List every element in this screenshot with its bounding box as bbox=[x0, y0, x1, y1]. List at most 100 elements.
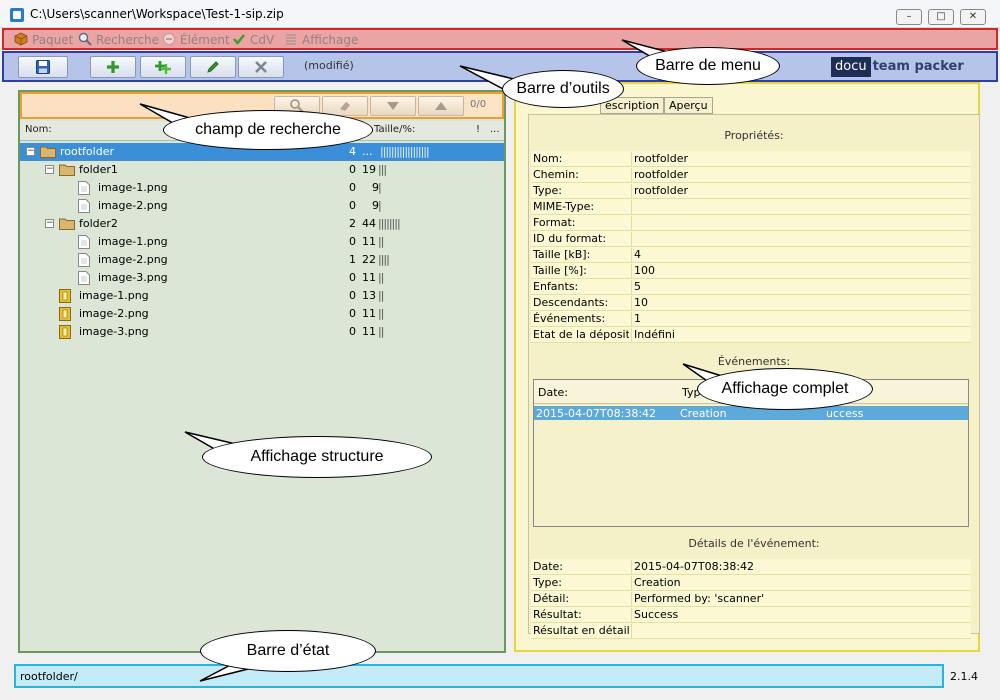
node-event-count: 0 bbox=[349, 289, 356, 302]
property-row: Taille [%]: 100 bbox=[531, 263, 971, 279]
file-icon bbox=[78, 181, 94, 195]
tree-row[interactable]: image-2.png 0 9 | bbox=[20, 197, 504, 215]
node-label: image-2.png bbox=[98, 199, 168, 212]
tree-row[interactable]: − folder1 0 19 ||| bbox=[20, 161, 504, 179]
node-event-count: 0 bbox=[349, 307, 356, 320]
property-value: 1 bbox=[631, 312, 641, 326]
property-value: Indéfini bbox=[631, 328, 675, 342]
collapse-toggle-icon[interactable]: − bbox=[45, 165, 54, 174]
delete-button[interactable] bbox=[238, 56, 284, 78]
folder-icon bbox=[40, 145, 56, 158]
tree-row[interactable]: image-3.png 0 11 || bbox=[20, 269, 504, 287]
file-icon bbox=[78, 253, 94, 267]
node-label: rootfolder bbox=[60, 145, 114, 158]
collapse-toggle-icon[interactable]: − bbox=[26, 147, 35, 156]
property-row: Nom: rootfolder bbox=[531, 151, 971, 167]
property-key: Chemin: bbox=[533, 168, 579, 181]
event-detail-key: Détail: bbox=[533, 592, 570, 605]
header-more[interactable]: ... bbox=[490, 124, 500, 135]
menu-paquet[interactable]: Paquet bbox=[14, 32, 73, 48]
collapse-toggle-icon[interactable]: − bbox=[45, 219, 54, 228]
event-detail-key: Date: bbox=[533, 560, 563, 573]
property-row: Format: bbox=[531, 215, 971, 231]
property-key: Format: bbox=[533, 216, 576, 229]
events-title: Événements: bbox=[717, 355, 791, 368]
property-value: 10 bbox=[631, 296, 648, 310]
previous-result-button[interactable] bbox=[418, 96, 464, 116]
docuteam-logo: docu team packer bbox=[831, 57, 971, 77]
file-icon bbox=[78, 199, 94, 213]
size-bar-indicator: | bbox=[378, 199, 382, 212]
header-size[interactable]: Taille/%: bbox=[374, 124, 415, 135]
maximize-button[interactable]: □ bbox=[928, 9, 954, 25]
node-size: 11 bbox=[362, 271, 376, 284]
size-bar-indicator: |||| bbox=[378, 253, 390, 266]
tree-row[interactable]: image-2.png 1 22 |||| bbox=[20, 251, 504, 269]
node-event-count: 0 bbox=[349, 181, 356, 194]
menu-recherche[interactable]: Recherche bbox=[78, 32, 159, 48]
next-result-button[interactable] bbox=[370, 96, 416, 116]
minimize-button[interactable]: – bbox=[896, 9, 922, 25]
menu-element[interactable]: Élément bbox=[162, 32, 230, 48]
event-detail-row: Type: Creation bbox=[531, 575, 971, 591]
property-row: Type: rootfolder bbox=[531, 183, 971, 199]
property-value: 4 bbox=[631, 248, 641, 262]
event-detail-row: Résultat en détail: bbox=[531, 623, 971, 639]
event-detail-value bbox=[631, 624, 634, 638]
event-details-table: Date: 2015-04-07T08:38:42 Type: Creation Dét… bbox=[531, 559, 971, 639]
menu-affichage-label: Affichage bbox=[302, 33, 359, 47]
node-label: image-3.png bbox=[98, 271, 168, 284]
event-detail-key: Résultat: bbox=[533, 608, 582, 621]
node-event-count: 0 bbox=[349, 163, 356, 176]
property-value: 100 bbox=[631, 264, 655, 278]
add-multiple-button[interactable] bbox=[140, 56, 186, 78]
property-value: rootfolder bbox=[631, 168, 688, 182]
property-row: Descendants: 10 bbox=[531, 295, 971, 311]
event-detail-value: Performed by: 'scanner' bbox=[631, 592, 764, 606]
file-archive-icon bbox=[59, 307, 75, 321]
size-bar-indicator: || bbox=[378, 325, 385, 338]
events-header-date[interactable]: Date: bbox=[538, 386, 568, 399]
property-value: rootfolder bbox=[631, 184, 688, 198]
tree-row[interactable]: − folder2 2 44 |||||||| bbox=[20, 215, 504, 233]
tree-row[interactable]: image-1.png 0 9 | bbox=[20, 179, 504, 197]
properties-table: Nom: rootfolder Chemin: rootfolder Type: root… bbox=[531, 151, 971, 343]
menu-element-label: Élément bbox=[180, 33, 230, 47]
size-bar-indicator: || bbox=[378, 289, 385, 302]
callout-affichage-complet: Affichage complet bbox=[697, 368, 873, 410]
node-label: image-1.png bbox=[79, 289, 149, 302]
save-button[interactable] bbox=[18, 56, 68, 78]
tree-row[interactable]: image-3.png 0 11 || bbox=[20, 323, 504, 341]
node-size: 19 bbox=[362, 163, 376, 176]
pencil-icon bbox=[207, 61, 219, 73]
callout-affichage-structure: Affichage structure bbox=[202, 436, 432, 478]
title-bar: C:\Users\scanner\Workspace\Test-1-sip.zi… bbox=[0, 0, 1000, 28]
event-detail-value: 2015-04-07T08:38:42 bbox=[631, 560, 754, 574]
property-row: MIME-Type: bbox=[531, 199, 971, 215]
header-flag[interactable]: ! bbox=[476, 124, 480, 135]
status-bar: rootfolder/ bbox=[14, 664, 944, 688]
file-archive-icon bbox=[59, 325, 75, 339]
property-key: Enfants: bbox=[533, 280, 579, 293]
app-icon bbox=[10, 8, 24, 22]
header-name[interactable]: Nom: bbox=[25, 124, 52, 135]
tab-apercu[interactable]: Aperçu bbox=[664, 97, 713, 114]
node-event-count: 1 bbox=[349, 253, 356, 266]
tree-row[interactable]: image-2.png 0 11 || bbox=[20, 305, 504, 323]
tree-row[interactable]: image-1.png 0 13 || bbox=[20, 287, 504, 305]
event-detail-key: Type: bbox=[533, 576, 562, 589]
size-bar-indicator: |||||||||||||||||| bbox=[380, 145, 430, 158]
menu-cdv[interactable]: CdV bbox=[232, 32, 274, 48]
folder-icon bbox=[59, 163, 75, 176]
event-type: Creation bbox=[680, 407, 727, 420]
close-button[interactable]: ✕ bbox=[960, 9, 986, 25]
node-event-count: 0 bbox=[349, 271, 356, 284]
edit-button[interactable] bbox=[190, 56, 236, 78]
tree-row[interactable]: image-1.png 0 11 || bbox=[20, 233, 504, 251]
node-size: 11 bbox=[362, 307, 376, 320]
menu-affichage[interactable]: Affichage bbox=[284, 32, 358, 48]
property-key: Événements: bbox=[533, 312, 606, 325]
add-button[interactable] bbox=[90, 56, 136, 78]
property-value bbox=[631, 200, 634, 214]
node-size: 11 bbox=[362, 325, 376, 338]
